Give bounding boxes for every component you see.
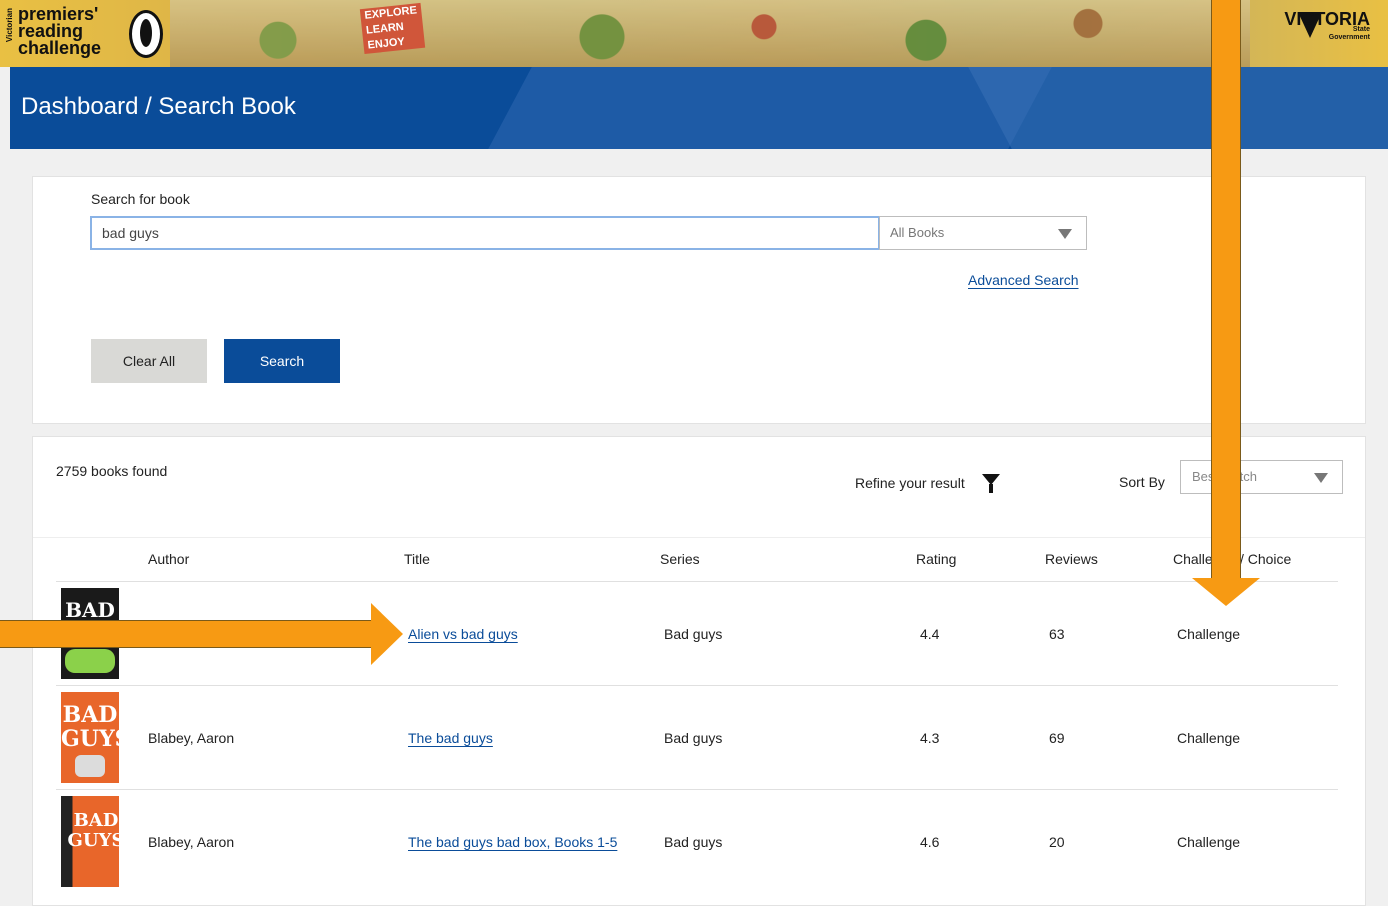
clear-all-button[interactable]: Clear All [91, 339, 207, 383]
dropdown-arrow-icon [1314, 473, 1328, 483]
column-header-reviews[interactable]: Reviews [1045, 551, 1098, 567]
dropdown-arrow-icon [1058, 229, 1072, 239]
challenge-type-cell: Challenge [1177, 626, 1241, 642]
results-count: 2759 books found [56, 463, 168, 479]
annotation-arrow-right-head [371, 603, 403, 665]
book-title-link[interactable]: The bad guys bad box, Books 1-5 [408, 834, 617, 850]
reviews-cell: 69 [1049, 730, 1065, 746]
series-cell: Bad guys [664, 730, 723, 746]
challenge-type-cell: Challenge [1177, 834, 1241, 850]
search-panel: Search for book All Books Advanced Searc… [32, 176, 1366, 424]
book-scope-select[interactable]: All Books [879, 216, 1087, 250]
rating-cell: 4.3 [920, 730, 940, 746]
annotation-arrow-down [1211, 0, 1241, 580]
search-input[interactable] [90, 216, 880, 250]
sort-by-label: Sort By [1119, 474, 1165, 490]
challenge-type-cell: Challenge [1177, 730, 1241, 746]
column-header-series[interactable]: Series [660, 551, 700, 567]
annotation-arrow-right [0, 620, 372, 648]
series-cell: Bad guys [664, 834, 723, 850]
annotation-arrow-down-head [1192, 578, 1260, 606]
page-header: Dashboard / Search Book [10, 67, 1388, 149]
logo-side-text: Victorian [5, 8, 14, 43]
book-title-link[interactable]: Alien vs bad guys [408, 626, 518, 642]
book-title-link[interactable]: The bad guys [408, 730, 493, 746]
sort-select[interactable]: Best Match [1180, 460, 1343, 494]
refine-results-toggle[interactable]: Refine your result [855, 475, 965, 491]
reviews-cell: 20 [1049, 834, 1065, 850]
penguin-logo-icon [129, 10, 163, 58]
table-row[interactable]: BAD GUYS Blabey, Aaron The bad guys bad … [56, 789, 1338, 894]
table-row[interactable]: BAD GUYS Blabey, Aaron The bad guys Bad … [56, 685, 1338, 790]
filter-funnel-icon[interactable] [982, 474, 1000, 493]
results-panel: 2759 books found Refine your result Sort… [32, 436, 1366, 906]
rating-cell: 4.6 [920, 834, 940, 850]
column-header-author[interactable]: Author [148, 551, 189, 567]
premiers-reading-challenge-logo[interactable]: premiers' reading challenge [18, 5, 128, 57]
top-banner: Victorian premiers' reading challenge EX… [0, 0, 1388, 67]
explore-learn-enjoy-badge: EXPLORE LEARN ENJOY [359, 2, 425, 55]
book-cover[interactable]: BAD GUYS [61, 796, 119, 887]
victoria-government-logo: VICTORIA State Government [1284, 9, 1370, 41]
rating-cell: 4.4 [920, 626, 940, 642]
author-cell: Blabey, Aaron [148, 730, 235, 746]
banner-illustration [170, 0, 1250, 67]
search-button[interactable]: Search [224, 339, 340, 383]
search-label: Search for book [91, 191, 190, 207]
book-cover[interactable]: BAD GUYS [61, 692, 119, 783]
breadcrumb-title: Dashboard / Search Book [21, 93, 296, 120]
advanced-search-link[interactable]: Advanced Search [968, 272, 1079, 288]
book-scope-value: All Books [890, 225, 945, 240]
series-cell: Bad guys [664, 626, 723, 642]
column-header-title[interactable]: Title [404, 551, 430, 567]
author-cell: Blabey, Aaron [148, 834, 235, 850]
reviews-cell: 63 [1049, 626, 1065, 642]
column-header-rating[interactable]: Rating [916, 551, 956, 567]
